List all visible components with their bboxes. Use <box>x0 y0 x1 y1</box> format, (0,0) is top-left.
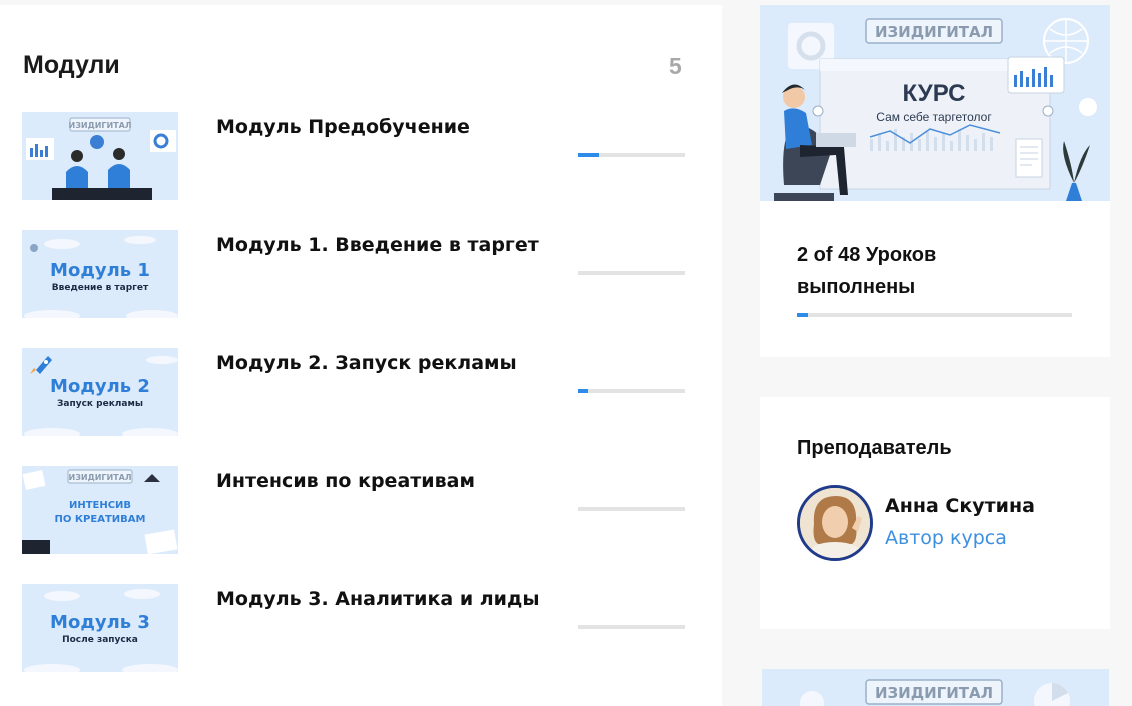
module-thumbnail[interactable]: ИЗИДИГИТАЛ <box>22 112 178 200</box>
module-title[interactable]: Модуль 3. Аналитика и лиды <box>216 588 540 610</box>
thumb-title: Модуль 2 <box>50 376 150 397</box>
module-item-1[interactable]: Модуль 1 Введение в таргет Модуль 1. Вве… <box>22 230 692 318</box>
module-title[interactable]: Модуль 1. Введение в таргет <box>216 234 539 256</box>
module-progress <box>578 153 685 157</box>
module-progress <box>578 507 685 511</box>
module-progress <box>578 625 685 629</box>
course-progress-fill <box>797 313 808 317</box>
thumb-subtitle: ПО КРЕАТИВАМ <box>55 514 146 525</box>
cover-subtitle: Сам себе таргетолог <box>876 110 992 124</box>
module-title[interactable]: Интенсив по креативам <box>216 470 475 492</box>
module-item-creatives[interactable]: ИЗИДИГИТАЛ ИНТЕНСИВ ПО КРЕАТИВАМ Интенси… <box>22 466 692 554</box>
module-progress-fill <box>578 153 600 157</box>
module-title[interactable]: Модуль 2. Запуск рекламы <box>216 352 517 374</box>
module-progress-fill <box>578 389 588 393</box>
thumb-subtitle: Введение в таргет <box>52 283 149 293</box>
lessons-completed: 2 of 48 Уроков выполнены <box>797 244 937 298</box>
module-thumbnail[interactable]: Модуль 3 После запуска <box>22 584 178 672</box>
modules-panel: Модули 5 ИЗИДИГИТАЛ Модуль Предобучение <box>0 5 722 706</box>
teacher-role-link[interactable]: Автор курса <box>885 527 1007 549</box>
module-thumbnail[interactable]: Модуль 1 Введение в таргет <box>22 230 178 318</box>
module-thumbnail[interactable]: ИЗИДИГИТАЛ ИНТЕНСИВ ПО КРЕАТИВАМ <box>22 466 178 554</box>
course-cover-image[interactable]: ИЗИДИГИТАЛ КУРС Сам себе таргетолог <box>760 5 1110 201</box>
teacher-heading: Преподаватель <box>797 437 952 459</box>
thumb-title: ИНТЕНСИВ <box>69 500 131 511</box>
module-progress <box>578 271 685 275</box>
course-card: ИЗИДИГИТАЛ КУРС Сам себе таргетолог 2 of… <box>760 5 1110 357</box>
teacher-name: Анна Скутина <box>885 495 1035 517</box>
course-progress <box>797 313 1072 317</box>
module-item-3[interactable]: Модуль 3 После запуска Модуль 3. Аналити… <box>22 584 692 672</box>
module-thumbnail[interactable]: Модуль 2 Запуск рекламы <box>22 348 178 436</box>
cover-brand: ИЗИДИГИТАЛ <box>875 23 993 41</box>
module-item-2[interactable]: Модуль 2 Запуск рекламы Модуль 2. Запуск… <box>22 348 692 436</box>
modules-count: 5 <box>669 53 682 79</box>
modules-title: Модули <box>23 51 120 79</box>
teacher-card: Преподаватель Анна Скутина Автор курса <box>760 397 1110 629</box>
thumb-brand: ИЗИДИГИТАЛ <box>69 473 132 482</box>
next-course-card[interactable]: ИЗИДИГИТАЛ <box>762 669 1109 706</box>
module-progress <box>578 389 685 393</box>
module-title[interactable]: Модуль Предобучение <box>216 116 470 138</box>
thumb-title: Модуль 1 <box>50 260 150 281</box>
thumb-brand: ИЗИДИГИТАЛ <box>69 121 132 130</box>
cover-brand: ИЗИДИГИТАЛ <box>875 684 993 702</box>
avatar[interactable] <box>797 485 873 561</box>
module-item-pretraining[interactable]: ИЗИДИГИТАЛ Модуль Предобучение <box>22 112 692 200</box>
thumb-subtitle: После запуска <box>62 635 138 645</box>
thumb-subtitle: Запуск рекламы <box>57 399 143 409</box>
thumb-title: Модуль 3 <box>50 612 150 633</box>
cover-title: КУРС <box>903 80 966 107</box>
